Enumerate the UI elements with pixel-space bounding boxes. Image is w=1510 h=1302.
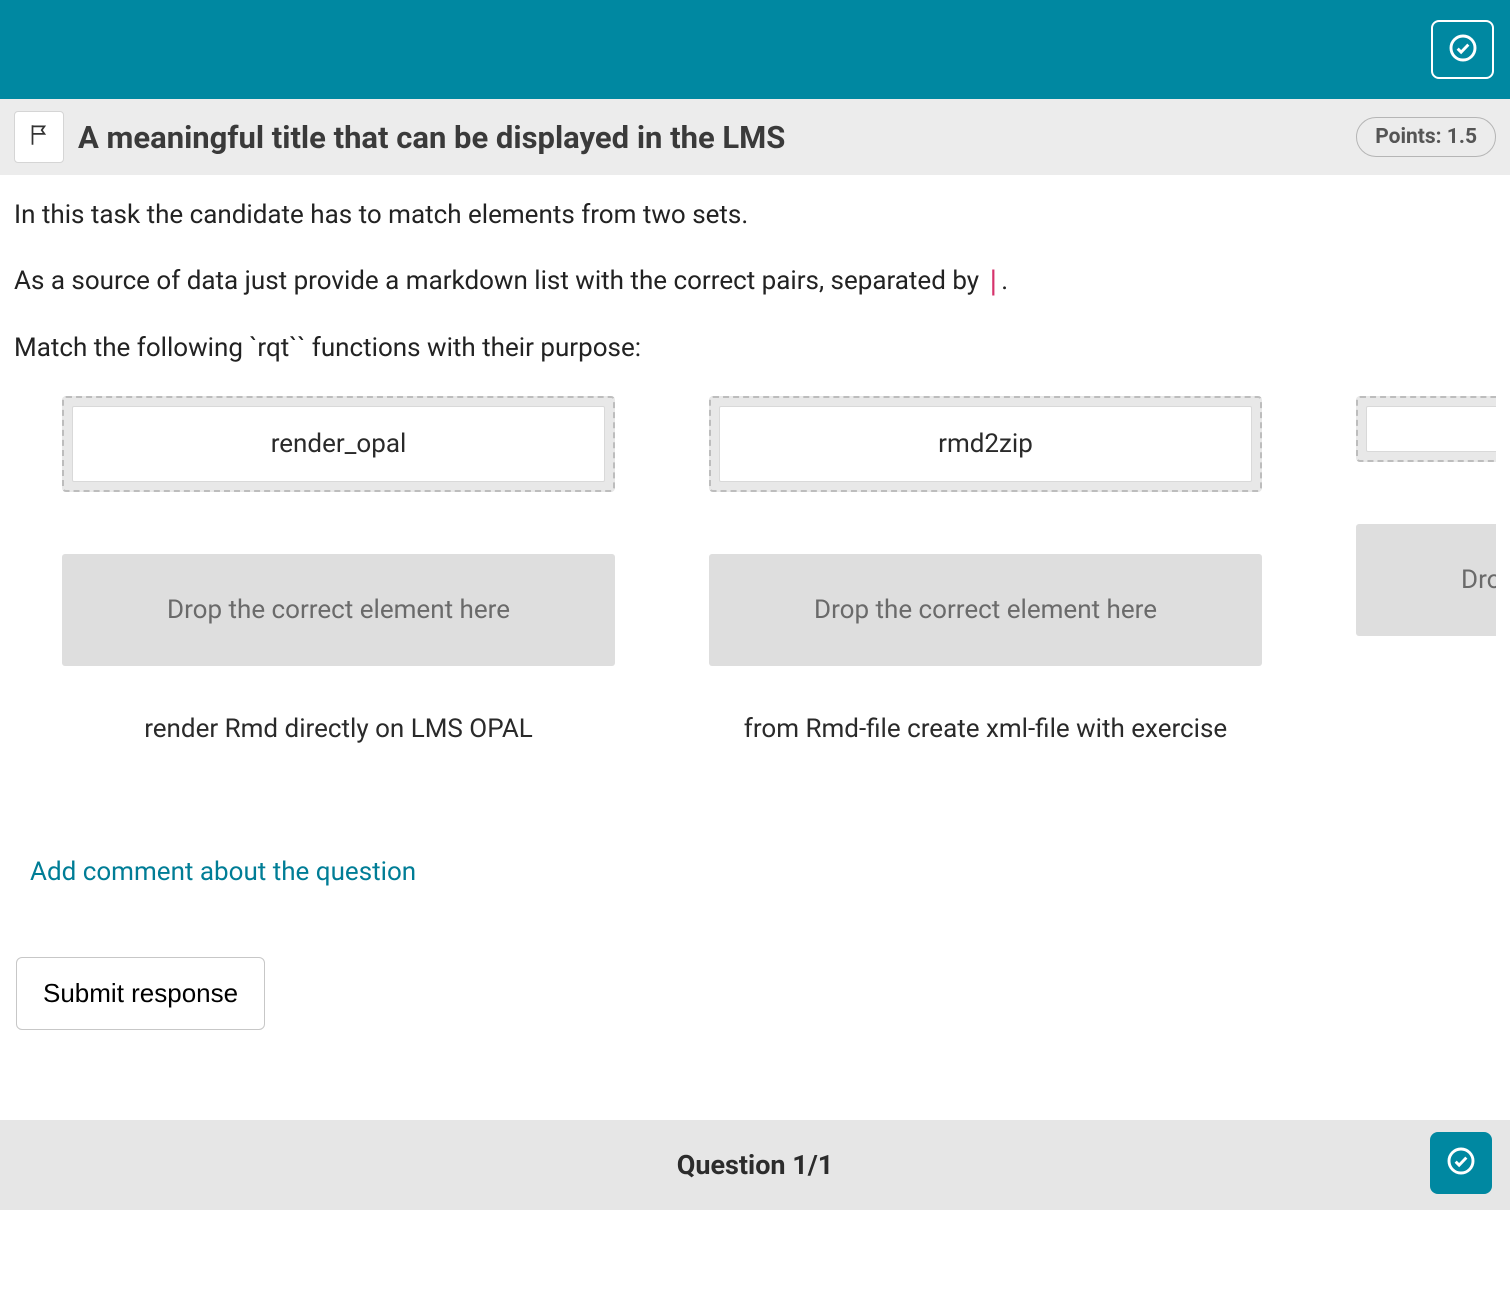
drag-source-1: rmd2zip bbox=[709, 396, 1262, 492]
drag-chip-0[interactable]: render_opal bbox=[72, 406, 605, 482]
drop-target-0[interactable]: Drop the correct element here bbox=[62, 554, 615, 666]
paragraph-1: In this task the candidate has to match … bbox=[14, 197, 1496, 233]
question-indicator: Question 1/1 bbox=[677, 1149, 834, 1181]
match-column-2: Drop the correct element here from Rmd-f… bbox=[1356, 396, 1496, 747]
drop-target-2[interactable]: Drop the correct element here bbox=[1356, 524, 1496, 636]
drag-chip-1[interactable]: rmd2zip bbox=[719, 406, 1252, 482]
match-column-0: render_opal Drop the correct element her… bbox=[62, 396, 615, 747]
finish-test-button-bottom[interactable] bbox=[1430, 1132, 1492, 1194]
flag-question-button[interactable] bbox=[14, 111, 64, 163]
drag-source-0: render_opal bbox=[62, 396, 615, 492]
drag-source-2 bbox=[1356, 396, 1496, 462]
top-bar bbox=[0, 0, 1510, 99]
paragraph-3: Match the following `rqt`` functions wit… bbox=[14, 330, 1496, 366]
pipe-code: | bbox=[986, 266, 1002, 296]
paragraph-2-tail: . bbox=[1001, 266, 1008, 296]
drag-chip-2[interactable] bbox=[1366, 406, 1496, 452]
paragraph-2: As a source of data just provide a markd… bbox=[14, 263, 1496, 299]
paragraph-2-lead: As a source of data just provide a markd… bbox=[14, 266, 986, 296]
drop-target-1[interactable]: Drop the correct element here bbox=[709, 554, 1262, 666]
match-row: render_opal Drop the correct element her… bbox=[14, 396, 1496, 747]
question-header: A meaningful title that can be displayed… bbox=[0, 99, 1510, 175]
match-column-1: rmd2zip Drop the correct element here fr… bbox=[709, 396, 1262, 747]
check-circle-icon bbox=[1447, 32, 1479, 68]
question-title: A meaningful title that can be displayed… bbox=[78, 119, 1342, 156]
finish-test-button-top[interactable] bbox=[1431, 20, 1494, 79]
add-comment-link[interactable]: Add comment about the question bbox=[30, 857, 416, 887]
footer-bar: Question 1/1 bbox=[0, 1120, 1510, 1210]
target-label-0: render Rmd directly on LMS OPAL bbox=[134, 712, 543, 747]
points-badge: Points: 1.5 bbox=[1356, 117, 1496, 157]
flag-icon bbox=[26, 122, 52, 152]
target-label-1: from Rmd-file create xml-file with exerc… bbox=[734, 712, 1237, 747]
submit-response-button[interactable]: Submit response bbox=[16, 957, 265, 1030]
check-circle-icon bbox=[1445, 1145, 1477, 1181]
question-body: In this task the candidate has to match … bbox=[0, 175, 1510, 1070]
